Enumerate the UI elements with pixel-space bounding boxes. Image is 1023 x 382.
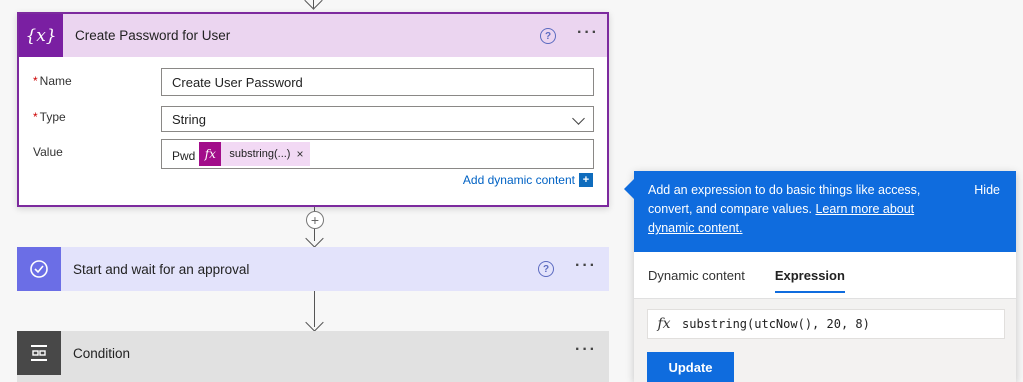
approval-title: Start and wait for an approval <box>73 261 250 277</box>
name-label: * Name <box>33 74 72 88</box>
expression-token[interactable]: fx substring(...) × <box>199 142 310 166</box>
add-dynamic-icon: + <box>579 173 593 187</box>
expression-field[interactable]: fx <box>647 309 1005 339</box>
connector-arrow-2 <box>305 313 324 332</box>
add-step-button[interactable]: + <box>306 211 324 229</box>
value-field[interactable]: Pwd fx substring(...) × <box>161 139 594 169</box>
more-options-icon[interactable]: ··· <box>575 341 597 359</box>
type-dropdown[interactable]: String <box>161 106 594 132</box>
tab-expression[interactable]: Expression <box>774 268 845 293</box>
token-label: substring(...) <box>229 148 291 160</box>
type-value: String <box>172 111 206 127</box>
popup-pointer <box>624 179 634 199</box>
add-dynamic-label: Add dynamic content <box>462 173 575 187</box>
dynamic-content-panel: Add an expression to do basic things lik… <box>624 171 1016 382</box>
approval-header[interactable]: Start and wait for an approval ? ··· <box>17 247 609 291</box>
card-title: Create Password for User <box>75 28 231 43</box>
condition-title: Condition <box>73 345 131 361</box>
condition-icon <box>17 331 61 375</box>
tab-bar: Dynamic content Expression <box>648 268 875 293</box>
initialize-variable-card[interactable]: {x} Create Password for User ? ··· * Name… <box>17 12 609 207</box>
fx-icon: fx <box>657 316 671 332</box>
connector-arrow-top <box>304 0 323 10</box>
approval-card[interactable]: Start and wait for an approval ? ··· <box>17 247 609 291</box>
approval-icon <box>17 247 61 291</box>
expression-input[interactable] <box>680 316 994 332</box>
value-prefix: Pwd <box>172 149 196 163</box>
banner-text: Add an expression to do basic things lik… <box>648 181 958 238</box>
remove-token-icon[interactable]: × <box>296 147 309 161</box>
fx-icon: fx <box>199 142 222 166</box>
type-label: * Type <box>33 110 66 124</box>
condition-card[interactable]: Condition ··· <box>17 331 609 382</box>
chevron-down-icon <box>572 112 585 125</box>
name-field[interactable]: Create User Password <box>161 68 594 96</box>
card-header[interactable]: {x} Create Password for User ? ··· <box>19 14 607 57</box>
tab-dynamic-content[interactable]: Dynamic content <box>648 268 745 293</box>
condition-header[interactable]: Condition ··· <box>17 331 609 375</box>
info-banner: Add an expression to do basic things lik… <box>624 171 1016 252</box>
more-options-icon[interactable]: ··· <box>575 257 597 275</box>
connector-arrow-1 <box>305 229 324 248</box>
add-dynamic-content-link[interactable]: Add dynamic content + <box>463 173 593 187</box>
expression-panel: fx Update <box>634 299 1016 382</box>
variable-icon: {x} <box>19 14 63 57</box>
help-icon[interactable]: ? <box>538 261 554 277</box>
more-options-icon[interactable]: ··· <box>577 24 599 42</box>
help-icon[interactable]: ? <box>540 28 556 44</box>
hide-link[interactable]: Hide <box>974 181 1000 200</box>
update-button[interactable]: Update <box>647 352 734 382</box>
value-label: Value <box>33 145 63 159</box>
